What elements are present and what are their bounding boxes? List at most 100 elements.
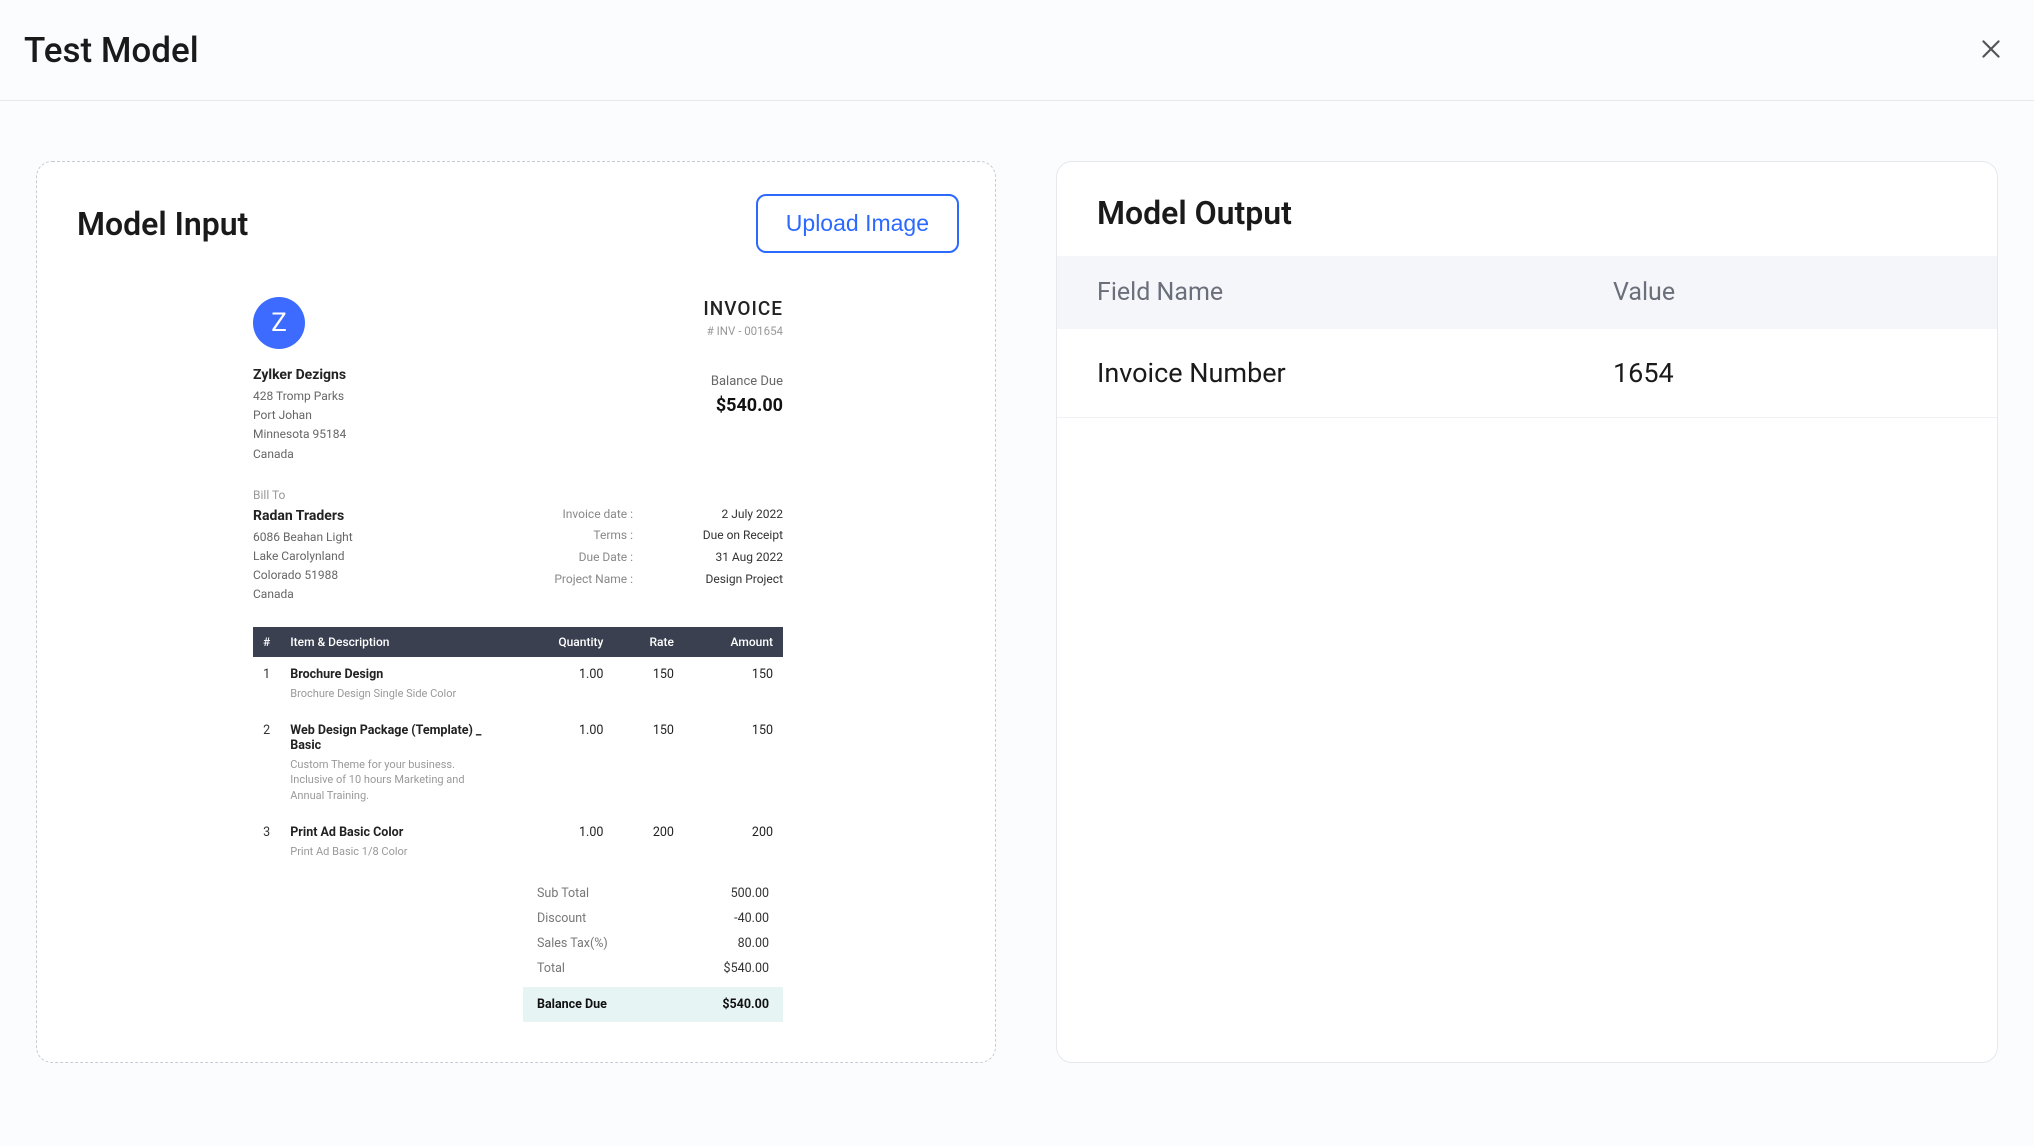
invoice-meta-row: Invoice date : 2 July 2022 — [525, 504, 783, 526]
item-qty: 1.00 — [510, 657, 613, 713]
line-item-row: 3 Print Ad Basic Color Print Ad Basic 1/… — [253, 815, 783, 871]
invoice-company-block: Z Zylker Dezigns 428 Tromp Parks Port Jo… — [253, 297, 346, 464]
balance-due-label: Balance Due — [703, 374, 783, 389]
item-rate: 150 — [613, 713, 684, 815]
totals-label: Total — [537, 961, 565, 976]
item-idx: 2 — [253, 713, 280, 815]
totals-block: Sub Total 500.00 Discount -40.00 Sales T… — [523, 881, 783, 1022]
invoice-meta-row: Terms : Due on Receipt — [525, 525, 783, 547]
item-note: Print Ad Basic 1/8 Color — [290, 844, 500, 859]
bill-to-address: 6086 Beahan Light Lake Carolynland Color… — [253, 528, 353, 605]
meta-value: 31 Aug 2022 — [673, 547, 783, 569]
bill-to-name: Radan Traders — [253, 508, 353, 524]
totals-label: Discount — [537, 911, 586, 926]
item-desc: Web Design Package (Template) _ Basic Cu… — [280, 713, 510, 815]
invoice-preview: Z Zylker Dezigns 428 Tromp Parks Port Jo… — [253, 297, 783, 1022]
meta-label: Project Name : — [525, 569, 633, 591]
output-field-value: 1654 — [1613, 357, 1957, 389]
line-items-table: # Item & Description Quantity Rate Amoun… — [253, 627, 783, 872]
final-balance-row: Balance Due $540.00 — [523, 987, 783, 1022]
col-rate: Rate — [613, 627, 684, 657]
balance-due-amount: $540.00 — [703, 395, 783, 416]
bill-to-addr-line: 6086 Beahan Light — [253, 528, 353, 547]
line-item-row: 2 Web Design Package (Template) _ Basic … — [253, 713, 783, 815]
item-note: Custom Theme for your business. Inclusiv… — [290, 757, 500, 803]
totals-label: Sales Tax(%) — [537, 936, 608, 951]
model-input-title: Model Input — [77, 205, 248, 243]
col-idx: # — [253, 627, 280, 657]
modal-header: Test Model — [0, 0, 2034, 101]
line-items-header: # Item & Description Quantity Rate Amoun… — [253, 627, 783, 657]
item-amount: 150 — [684, 713, 783, 815]
item-qty: 1.00 — [510, 713, 613, 815]
invoice-top: Z Zylker Dezigns 428 Tromp Parks Port Jo… — [253, 297, 783, 464]
model-output-header: Model Output — [1057, 162, 1997, 256]
item-qty: 1.00 — [510, 815, 613, 871]
upload-image-button[interactable]: Upload Image — [756, 194, 959, 253]
invoice-meta: Invoice date : 2 July 2022 Terms : Due o… — [525, 504, 783, 605]
meta-value: Due on Receipt — [673, 525, 783, 547]
model-input-panel: Model Input Upload Image Z Zylker Dezign… — [36, 161, 996, 1063]
output-col-value: Value — [1613, 278, 1957, 307]
item-rate: 200 — [613, 815, 684, 871]
totals-value: -40.00 — [734, 911, 769, 926]
final-balance-label: Balance Due — [537, 997, 607, 1012]
item-amount: 150 — [684, 657, 783, 713]
bill-to-block: Bill To Radan Traders 6086 Beahan Light … — [253, 488, 353, 605]
company-addr-line: Port Johan — [253, 406, 346, 425]
totals-row: Sub Total 500.00 — [523, 881, 783, 906]
model-output-panel: Model Output Field Name Value Invoice Nu… — [1056, 161, 1998, 1063]
output-col-field: Field Name — [1097, 278, 1613, 307]
company-addr-line: Minnesota 95184 — [253, 425, 346, 444]
item-desc: Brochure Design Brochure Design Single S… — [280, 657, 510, 713]
item-name: Brochure Design — [290, 667, 500, 682]
bill-to-addr-line: Lake Carolynland — [253, 547, 353, 566]
content-area: Model Input Upload Image Z Zylker Dezign… — [0, 101, 2034, 1103]
col-desc: Item & Description — [280, 627, 510, 657]
company-address: 428 Tromp Parks Port Johan Minnesota 951… — [253, 387, 346, 464]
totals-value: 80.00 — [738, 936, 769, 951]
invoice-title: INVOICE — [703, 297, 783, 320]
totals-row: Total $540.00 — [523, 956, 783, 981]
item-amount: 200 — [684, 815, 783, 871]
output-field-name: Invoice Number — [1097, 357, 1613, 389]
invoice-header-right: INVOICE # INV - 001654 Balance Due $540.… — [703, 297, 783, 464]
output-row: Invoice Number 1654 — [1057, 329, 1997, 418]
final-balance-value: $540.00 — [722, 997, 769, 1012]
totals-label: Sub Total — [537, 886, 589, 901]
col-qty: Quantity — [510, 627, 613, 657]
company-name: Zylker Dezigns — [253, 367, 346, 383]
item-rate: 150 — [613, 657, 684, 713]
company-logo-letter: Z — [271, 308, 287, 338]
invoice-meta-row: Project Name : Design Project — [525, 569, 783, 591]
totals-row: Discount -40.00 — [523, 906, 783, 931]
invoice-mid: Bill To Radan Traders 6086 Beahan Light … — [253, 488, 783, 605]
model-output-title: Model Output — [1097, 194, 1957, 232]
invoice-meta-row: Due Date : 31 Aug 2022 — [525, 547, 783, 569]
page-title: Test Model — [24, 30, 199, 71]
meta-label: Terms : — [525, 525, 633, 547]
close-icon — [1978, 36, 2004, 62]
meta-label: Invoice date : — [525, 504, 633, 526]
model-input-header: Model Input Upload Image — [77, 194, 959, 253]
line-item-row: 1 Brochure Design Brochure Design Single… — [253, 657, 783, 713]
item-idx: 1 — [253, 657, 280, 713]
invoice-number-label: # INV - 001654 — [703, 324, 783, 338]
meta-value: Design Project — [673, 569, 783, 591]
item-name: Print Ad Basic Color — [290, 825, 500, 840]
company-addr-line: Canada — [253, 445, 346, 464]
item-idx: 3 — [253, 815, 280, 871]
totals-value: $540.00 — [724, 961, 769, 976]
bill-to-label: Bill To — [253, 488, 353, 502]
bill-to-addr-line: Canada — [253, 585, 353, 604]
bill-to-addr-line: Colorado 51988 — [253, 566, 353, 585]
meta-label: Due Date : — [525, 547, 633, 569]
item-note: Brochure Design Single Side Color — [290, 686, 500, 701]
company-addr-line: 428 Tromp Parks — [253, 387, 346, 406]
company-logo: Z — [253, 297, 305, 349]
col-amount: Amount — [684, 627, 783, 657]
item-name: Web Design Package (Template) _ Basic — [290, 723, 500, 753]
output-table-header: Field Name Value — [1057, 256, 1997, 329]
close-button[interactable] — [1972, 26, 2010, 74]
totals-row: Sales Tax(%) 80.00 — [523, 931, 783, 956]
